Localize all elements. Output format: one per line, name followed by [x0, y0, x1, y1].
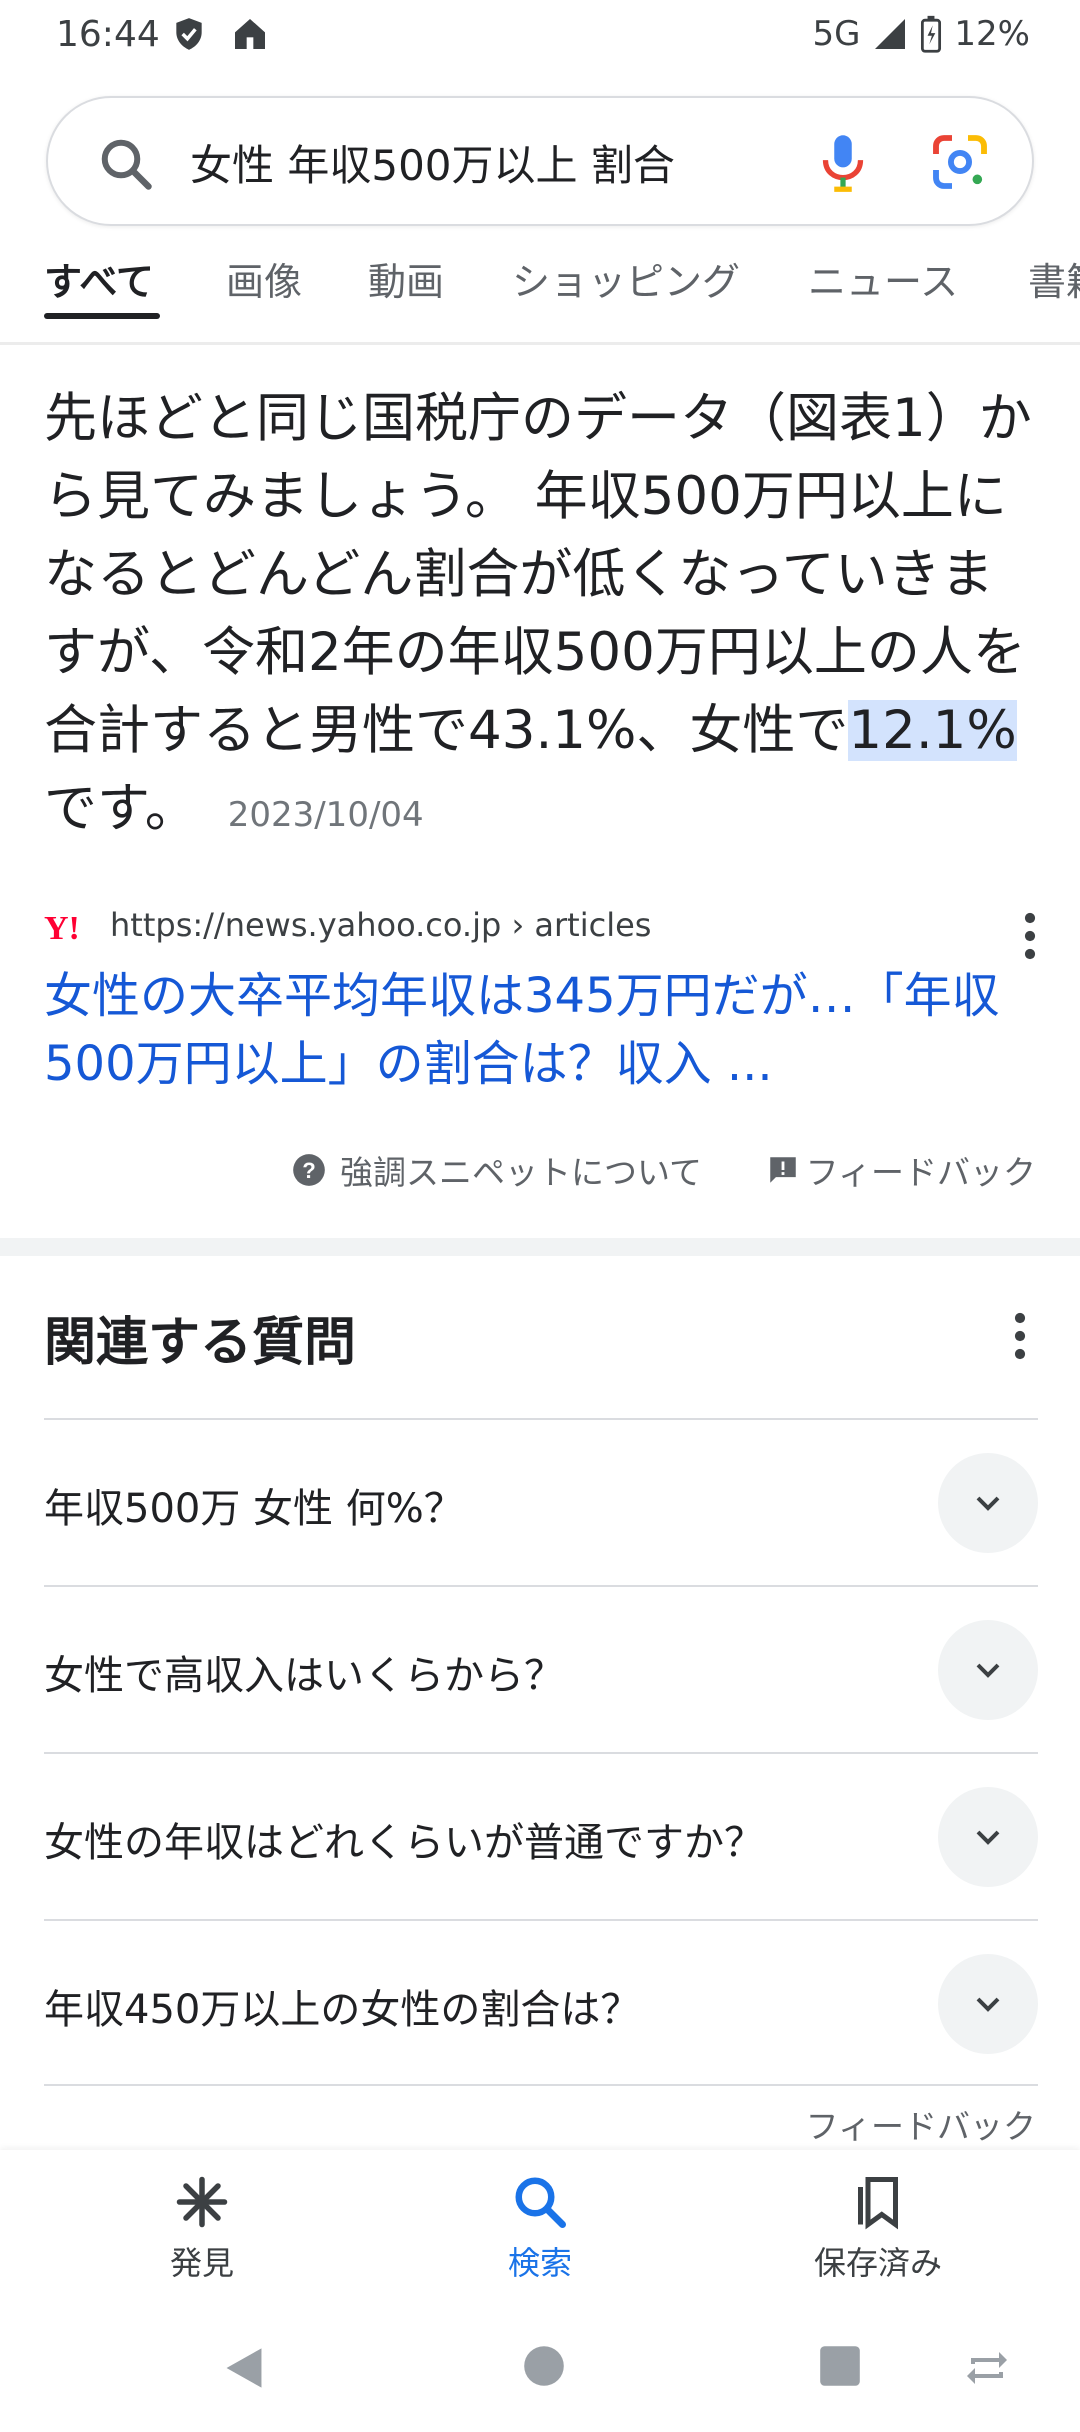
expand-button[interactable]: [938, 1453, 1038, 1553]
related-question-item[interactable]: 年収450万以上の女性の割合は？: [44, 1919, 1038, 2086]
home-button-icon[interactable]: [522, 2344, 566, 2388]
tab-images[interactable]: 画像: [226, 251, 302, 306]
help-icon: ?: [293, 1154, 325, 1186]
snippet-footer: ? 強調スニペットについて フィードバック: [290, 1142, 1050, 1198]
microphone-icon[interactable]: [808, 128, 878, 198]
svg-text:?: ?: [302, 1158, 316, 1183]
status-time: 16:44: [56, 14, 160, 55]
bookmarks-icon: [858, 2177, 898, 2230]
result-title-link[interactable]: 女性の大卒平均年収は345万円だが…「年収500万円以上」の割合は？収入 ...: [44, 962, 1044, 1098]
section-divider: [0, 1238, 1080, 1256]
rotate-icon[interactable]: [962, 2348, 1012, 2388]
source-url[interactable]: https://news.yahoo.co.jp › articles: [110, 906, 651, 944]
expand-button[interactable]: [938, 1620, 1038, 1720]
chevron-down-icon: [976, 1663, 1000, 1678]
related-question-item[interactable]: 年収500万 女性 何%？: [44, 1418, 1038, 1585]
more-options-icon[interactable]: [1022, 912, 1038, 960]
snippet-highlight: 12.1%: [848, 700, 1017, 761]
bottom-nav: 発見 検索 保存済み: [0, 2150, 1080, 2300]
related-questions-list: 年収500万 女性 何%？ 女性で高収入はいくらから？ 女性の年収はどれくらいが…: [44, 1418, 1038, 2086]
network-label: 5G: [812, 14, 861, 54]
system-nav-bar: [0, 2300, 1080, 2432]
about-snippet-link[interactable]: ? 強調スニペットについて: [290, 1146, 702, 1194]
nav-saved[interactable]: 保存済み: [778, 2172, 978, 2284]
tab-all[interactable]: すべて: [44, 251, 154, 306]
more-options-icon[interactable]: [1012, 1312, 1028, 1360]
related-questions-title: 関連する質問: [44, 1313, 357, 1373]
chevron-down-icon: [976, 1997, 1000, 2012]
nav-search[interactable]: 検索: [440, 2172, 640, 2284]
feedback-button[interactable]: フィードバック: [766, 1146, 1036, 1194]
nav-discover[interactable]: 発見: [102, 2172, 302, 2284]
snippet-text-end: です。: [44, 778, 198, 839]
back-icon[interactable]: [222, 2344, 266, 2392]
search-icon: [515, 2177, 566, 2228]
featured-snippet-text: 先ほどと同じ国税庁のデータ（図表1）から見てみましょう。 年収500万円以上にな…: [44, 380, 1044, 854]
yahoo-logo: Y!: [44, 910, 80, 947]
recents-icon[interactable]: [818, 2344, 862, 2388]
related-question-text: 年収500万 女性 何%？: [44, 1486, 464, 1532]
related-question-item[interactable]: 女性で高収入はいくらから？: [44, 1585, 1038, 1752]
related-question-text: 女性の年収はどれくらいが普通ですか？: [44, 1820, 764, 1866]
google-lens-icon[interactable]: [928, 130, 992, 194]
feedback-label: フィードバック: [805, 1153, 1036, 1192]
search-icon: [101, 139, 152, 190]
related-question-text: 年収450万以上の女性の割合は？: [44, 1987, 641, 2033]
signal-icon: [875, 19, 906, 49]
related-question-text: 女性で高収入はいくらから？: [44, 1653, 564, 1699]
search-box[interactable]: 女性 年収500万以上 割合: [46, 96, 1034, 226]
search-input[interactable]: 女性 年収500万以上 割合: [190, 132, 675, 193]
nav-saved-label: 保存済み: [813, 2244, 942, 2282]
battery-level: 12%: [954, 14, 1030, 54]
nav-discover-label: 発見: [169, 2244, 234, 2282]
expand-button[interactable]: [938, 1787, 1038, 1887]
tab-books[interactable]: 書籍: [1028, 251, 1080, 306]
search-tabs: すべて 画像 動画 ショッピング ニュース 書籍: [0, 245, 1080, 345]
snippet-date: 2023/10/04: [227, 795, 424, 835]
shield-check-icon: [176, 18, 202, 50]
tab-shopping[interactable]: ショッピング: [512, 251, 740, 306]
battery-icon: [921, 15, 942, 53]
feedback-icon: [769, 1157, 796, 1183]
chevron-down-icon: [976, 1830, 1000, 1845]
nav-search-label: 検索: [507, 2244, 572, 2282]
result-source[interactable]: Y! https://news.yahoo.co.jp › articles: [44, 902, 1044, 960]
tab-videos[interactable]: 動画: [368, 251, 444, 306]
asterisk-icon: [176, 2176, 228, 2228]
home-icon: [235, 19, 265, 49]
active-tab-indicator: [44, 313, 160, 319]
related-feedback-link[interactable]: フィードバック: [806, 2100, 1036, 2148]
chevron-down-icon: [976, 1496, 1000, 1511]
tab-news[interactable]: ニュース: [808, 251, 958, 306]
expand-button[interactable]: [938, 1954, 1038, 2054]
about-snippet-label: 強調スニペットについて: [340, 1153, 703, 1192]
related-question-item[interactable]: 女性の年収はどれくらいが普通ですか？: [44, 1752, 1038, 1919]
status-bar: 16:44 5G 12%: [0, 0, 1080, 72]
